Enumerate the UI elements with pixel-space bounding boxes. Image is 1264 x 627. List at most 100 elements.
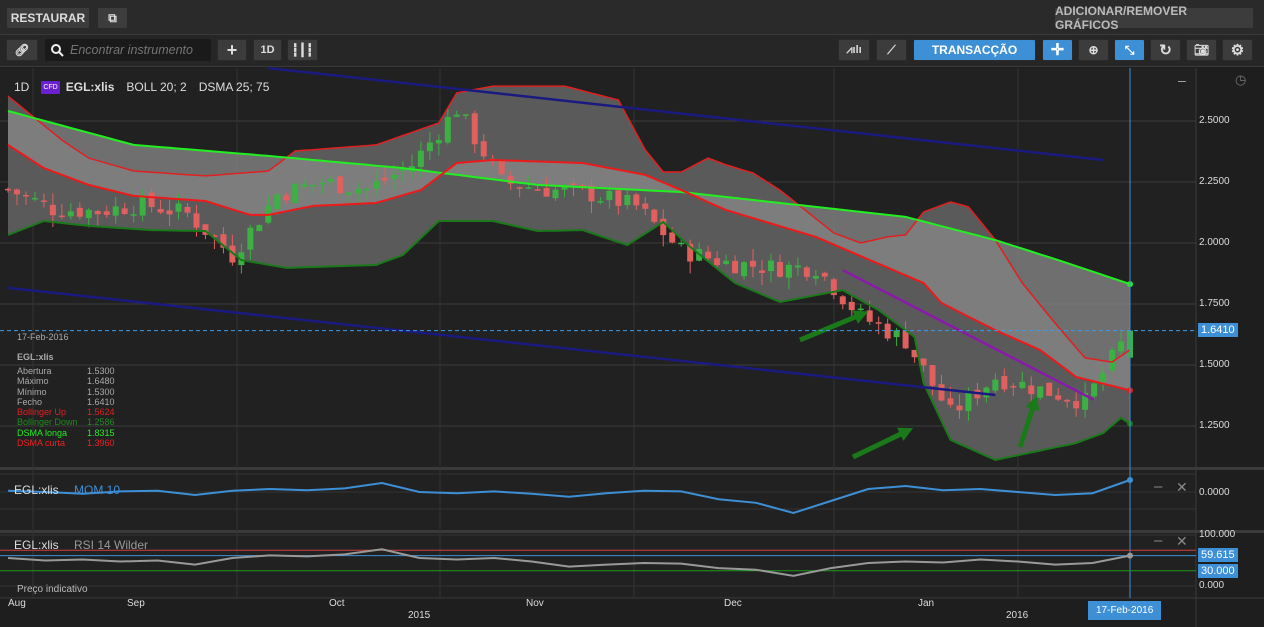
rsi-tick-100: 100.000 [1199,529,1236,540]
price-chart[interactable] [0,0,1264,627]
candle-body [355,189,362,194]
candle-body [292,183,299,203]
rsi-close-icon[interactable]: ✕ [1176,533,1188,550]
candle-body [498,160,505,175]
rsi-minimize-icon[interactable]: – [1154,532,1162,549]
info-label: Abertura [17,366,52,376]
candle-body [1100,373,1107,382]
panel-divider [0,530,1264,533]
info-value: 1.5300 [87,386,115,397]
candle-body [346,192,353,195]
current-price-tag: 1.6410 [1198,323,1238,337]
candle-body [166,210,173,215]
info-label: Bollinger Up [17,407,67,418]
year-2016: 2016 [1006,610,1029,621]
rsi-symbol: EGL:xlis [14,538,59,552]
candle-body [597,201,604,203]
candle-body [794,265,801,268]
candle-body [651,209,658,222]
candle-body [22,194,29,197]
minimize-icon[interactable]: – [1178,72,1186,88]
rsi-endpoint [1127,552,1133,559]
candle-body [821,272,828,277]
info-value: 1.6410 [87,396,115,407]
info-value: 1.5624 [87,407,115,418]
clock-icon[interactable]: ◷ [1235,72,1246,88]
candle-body [902,330,909,349]
mom-minimize-icon[interactable]: – [1154,478,1162,495]
month-label: Dec [724,598,742,609]
info-row: DSMA longa 1.8315 [17,428,117,438]
info-row: Bollinger Down 1.2586 [17,417,117,427]
month-label: Oct [329,598,345,609]
candle-body [947,398,954,405]
info-value: 1.8315 [87,427,115,438]
candle-body [893,330,900,338]
candle-body [669,232,676,243]
price-tick: 2.0000 [1199,237,1230,248]
info-row: Máximo 1.6480 [17,376,117,386]
candle-body [364,188,371,191]
info-label: DSMA curta [17,438,66,449]
candle-body [534,189,541,191]
candle-body [812,276,819,279]
candle-body [184,206,191,213]
candle-body [732,260,739,274]
price-tick: 1.2500 [1199,420,1230,431]
legend-symbol: EGL:xlis [65,80,115,94]
candle-body [920,358,927,366]
info-date: 17-Feb-2016 [17,332,69,342]
candle-body [525,187,532,189]
candle-body [642,203,649,209]
candle-body [552,189,559,199]
candle-body [767,260,774,272]
mom-close-icon[interactable]: ✕ [1176,479,1188,496]
candle-body [1073,401,1080,409]
candle-body [714,258,721,266]
candle-body [319,182,326,185]
mom-axis-tick: 0.0000 [1199,487,1230,498]
candle-body [390,174,397,179]
info-row: Mínimo 1.5300 [17,387,117,397]
month-label: Nov [526,598,544,609]
info-value: 1.2586 [87,417,115,428]
candle-body [857,308,864,311]
candle-body [121,208,128,214]
candle-body [1010,386,1017,388]
candle-body [884,323,891,339]
candle-body [58,215,65,218]
candle-body [615,190,622,206]
candle-body [49,204,56,216]
candle-body [328,179,335,182]
legend-interval: 1D [14,80,30,94]
candle-body [848,301,855,311]
candle-body [94,210,101,215]
candle-body [875,322,882,324]
rsi-tick-0: 0.000 [1199,580,1225,591]
rsi-level-tag: 30.000 [1198,564,1238,578]
info-label: Bollinger Down [17,417,78,428]
info-label: Máximo [17,376,49,387]
candle-body [453,114,460,117]
candle-body [130,214,137,216]
rsi-name: RSI 14 Wilder [74,538,149,552]
legend-dsma: DSMA 25; 75 [198,80,270,94]
candle-body [435,139,442,144]
candle-body [723,260,730,264]
candle-body [1028,385,1035,395]
candle-body [462,114,469,116]
info-label: Mínimo [17,386,47,397]
info-row: Fecho 1.6410 [17,397,117,407]
candle-body [1091,383,1098,397]
info-value: 1.5300 [87,366,115,376]
candle-body [624,194,631,206]
candle-body [139,195,146,216]
candle-body [705,251,712,259]
info-label: Fecho [17,396,43,407]
panel-divider [0,467,1264,470]
month-label: Aug [8,598,26,609]
candle-body [274,194,281,209]
candle-body [175,203,182,212]
candle-body [965,391,972,411]
candle-body [543,188,550,197]
